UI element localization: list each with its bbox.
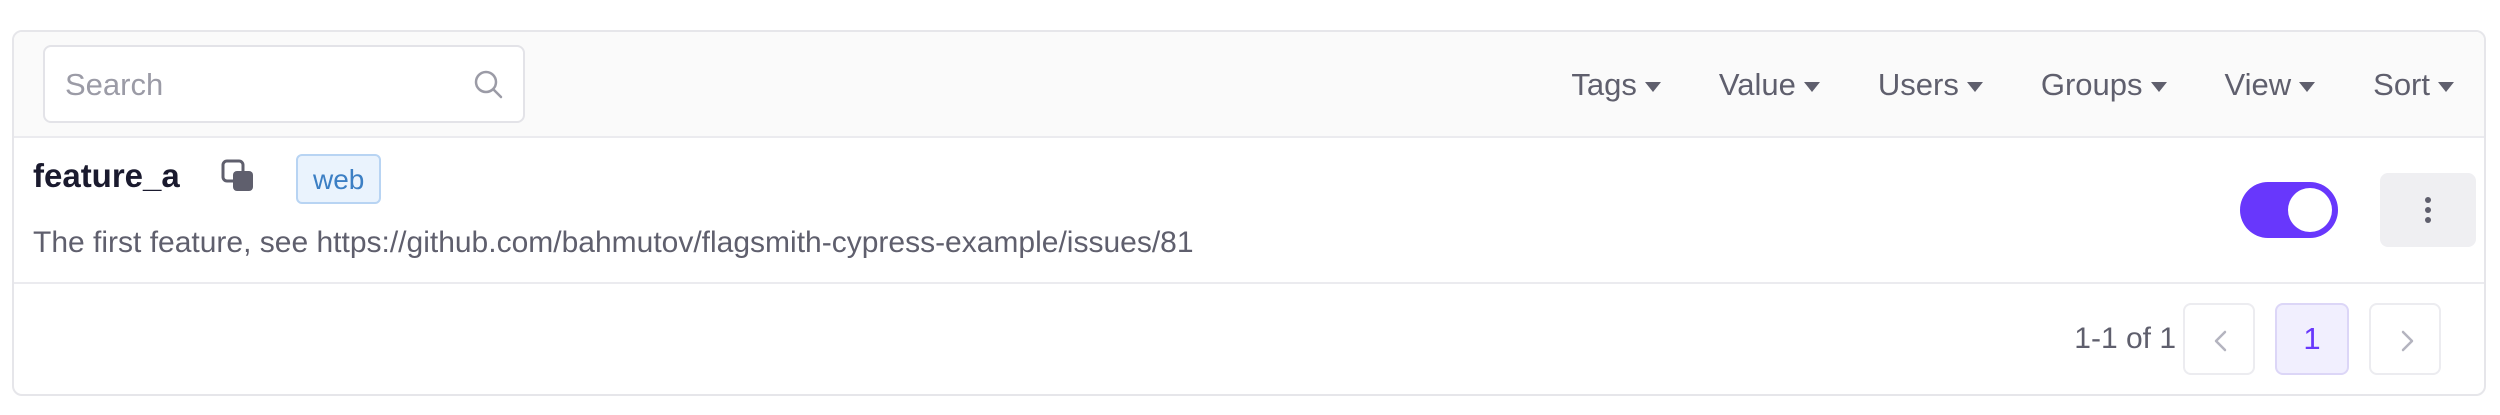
- filter-users-dropdown[interactable]: Users: [1878, 67, 1983, 103]
- feature-enabled-toggle[interactable]: [2240, 182, 2338, 238]
- feature-list-panel: Tags Value Users Groups View Sort: [12, 30, 2486, 396]
- filter-sort-label: Sort: [2373, 67, 2430, 102]
- chevron-right-icon: [2401, 330, 2414, 352]
- filter-tags-label: Tags: [1571, 67, 1637, 102]
- chevron-left-icon: [2214, 330, 2227, 352]
- filter-view-label: View: [2224, 67, 2292, 102]
- feature-row[interactable]: feature_a web The first feature, see htt…: [14, 138, 2484, 284]
- feature-description: The first feature, see https://github.co…: [33, 226, 1194, 259]
- search-box[interactable]: [43, 45, 525, 123]
- caret-down-icon: [2150, 82, 2167, 92]
- search-input[interactable]: [63, 47, 467, 123]
- caret-down-icon: [2299, 82, 2316, 92]
- caret-down-icon: [1803, 82, 1820, 92]
- filter-view-dropdown[interactable]: View: [2225, 67, 2316, 103]
- pagination: 1-1 of 1 1: [14, 284, 2484, 394]
- caret-down-icon: [2438, 82, 2454, 92]
- feature-tag: web: [296, 154, 382, 204]
- filter-users-label: Users: [1877, 67, 1959, 102]
- list-toolbar: Tags Value Users Groups View Sort: [14, 32, 2484, 138]
- filter-groups-label: Groups: [2040, 67, 2143, 102]
- toggle-knob: [2288, 188, 2332, 232]
- search-icon: [474, 70, 503, 99]
- pagination-info: 1-1 of 1: [2074, 322, 2176, 355]
- filter-tags-dropdown[interactable]: Tags: [1571, 67, 1661, 103]
- caret-down-icon: [1644, 82, 1661, 92]
- caret-down-icon: [1966, 82, 1983, 92]
- filter-value-dropdown[interactable]: Value: [1719, 67, 1820, 103]
- filter-sort-dropdown[interactable]: Sort: [2373, 67, 2454, 103]
- copy-icon[interactable]: [220, 158, 256, 194]
- feature-name: feature_a: [33, 157, 180, 194]
- filter-bar: Tags Value Users Groups View Sort: [1571, 32, 2454, 138]
- filter-value-label: Value: [1718, 67, 1796, 102]
- page-number-button[interactable]: 1: [2275, 303, 2349, 375]
- filter-groups-dropdown[interactable]: Groups: [2041, 67, 2167, 103]
- more-vertical-icon: [2425, 197, 2431, 223]
- next-page-button[interactable]: [2369, 303, 2441, 375]
- prev-page-button[interactable]: [2183, 303, 2255, 375]
- feature-more-button[interactable]: [2380, 173, 2476, 247]
